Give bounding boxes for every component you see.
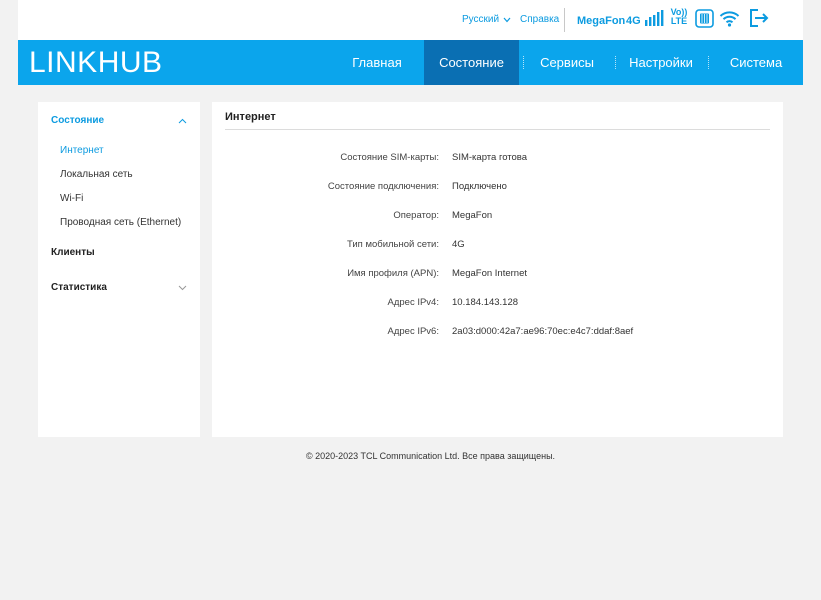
sidebar-item-ethernet[interactable]: Проводная сеть (Ethernet) — [60, 217, 181, 228]
row-label: Тип мобильной сети: — [346, 239, 439, 250]
linkhub-logo: LINKHUB — [29, 48, 163, 78]
row-label: Имя профиля (APN): — [347, 268, 439, 279]
footer-copyright: © 2020-2023 TCL Communication Ltd. Все п… — [305, 451, 556, 461]
internet-status-panel: Интернет Состояние SIM-карты: SIM-карта … — [212, 102, 783, 437]
network-type: 4G — [626, 15, 641, 27]
volte-line2: LTE — [670, 16, 688, 26]
tab-home[interactable]: Главная — [340, 40, 414, 85]
nav-divider — [615, 56, 616, 69]
nav-divider — [708, 56, 709, 69]
main-navbar: LINKHUB Главная Состояние Сервисы Настро… — [18, 40, 803, 85]
volte-icon: Vo)) LTE — [669, 8, 689, 28]
tab-system[interactable]: Система — [717, 40, 795, 85]
sidebar: Состояние Интернет Локальная сеть Wi-Fi … — [38, 102, 200, 437]
sidebar-section-clients[interactable]: Клиенты — [51, 247, 95, 258]
sidebar-item-internet[interactable]: Интернет — [60, 145, 104, 156]
operator-name: MegaFon — [577, 15, 626, 27]
sidebar-section-statistics[interactable]: Статистика — [51, 282, 107, 293]
row-label: Адрес IPv4: — [387, 297, 440, 308]
info-row-connection-status: Состояние подключения: Подключено — [212, 181, 783, 195]
logo-part1: LINK — [29, 46, 98, 79]
info-row-operator: Оператор: MegaFon — [212, 210, 783, 224]
nav-divider — [523, 56, 524, 69]
row-value: SIM-карта готова — [452, 152, 528, 163]
info-row-ipv6: Адрес IPv6: 2a03:d000:42a7:ae96:70ec:e4c… — [212, 326, 783, 340]
row-value: MegaFon — [452, 210, 493, 221]
chevron-up-icon[interactable] — [178, 118, 187, 124]
top-bar: Русский Справка MegaFon 4G Vo)) LTE — [18, 0, 803, 40]
row-label: Состояние SIM-карты: — [340, 152, 439, 163]
sidebar-section-status[interactable]: Состояние — [51, 115, 104, 126]
row-value: MegaFon Internet — [452, 268, 527, 279]
tab-settings[interactable]: Настройки — [621, 40, 701, 85]
row-value: 4G — [452, 239, 465, 250]
signal-strength-icon — [645, 10, 664, 26]
panel-title: Интернет — [225, 111, 276, 123]
row-value: 2a03:d000:42a7:ae96:70ec:e4c7:ddaf:8aef — [452, 326, 634, 337]
logout-icon[interactable] — [749, 9, 769, 27]
wifi-icon[interactable] — [719, 10, 740, 27]
sim-card-icon[interactable] — [695, 9, 714, 28]
info-row-apn-profile: Имя профиля (APN): MegaFon Internet — [212, 268, 783, 282]
row-value: 10.184.143.128 — [452, 297, 519, 308]
row-label: Оператор: — [393, 210, 439, 221]
language-label: Русский — [462, 14, 500, 25]
logo-part2: HUB — [97, 46, 163, 79]
row-label: Адрес IPv6: — [387, 326, 440, 337]
language-selector[interactable]: Русский — [462, 14, 511, 25]
tab-status[interactable]: Состояние — [424, 40, 519, 85]
title-divider — [225, 129, 770, 130]
sidebar-item-wifi[interactable]: Wi-Fi — [60, 193, 83, 204]
help-link[interactable]: Справка — [520, 14, 559, 25]
divider — [564, 8, 565, 32]
chevron-down-icon[interactable] — [178, 285, 187, 291]
tab-services[interactable]: Сервисы — [528, 40, 606, 85]
sidebar-item-lan[interactable]: Локальная сеть — [60, 169, 133, 180]
row-value: Подключено — [452, 181, 507, 192]
info-row-network-type: Тип мобильной сети: 4G — [212, 239, 783, 253]
row-label: Состояние подключения: — [327, 181, 439, 192]
info-row-ipv4: Адрес IPv4: 10.184.143.128 — [212, 297, 783, 311]
info-row-sim-status: Состояние SIM-карты: SIM-карта готова — [212, 152, 783, 166]
chevron-down-icon — [503, 17, 511, 22]
